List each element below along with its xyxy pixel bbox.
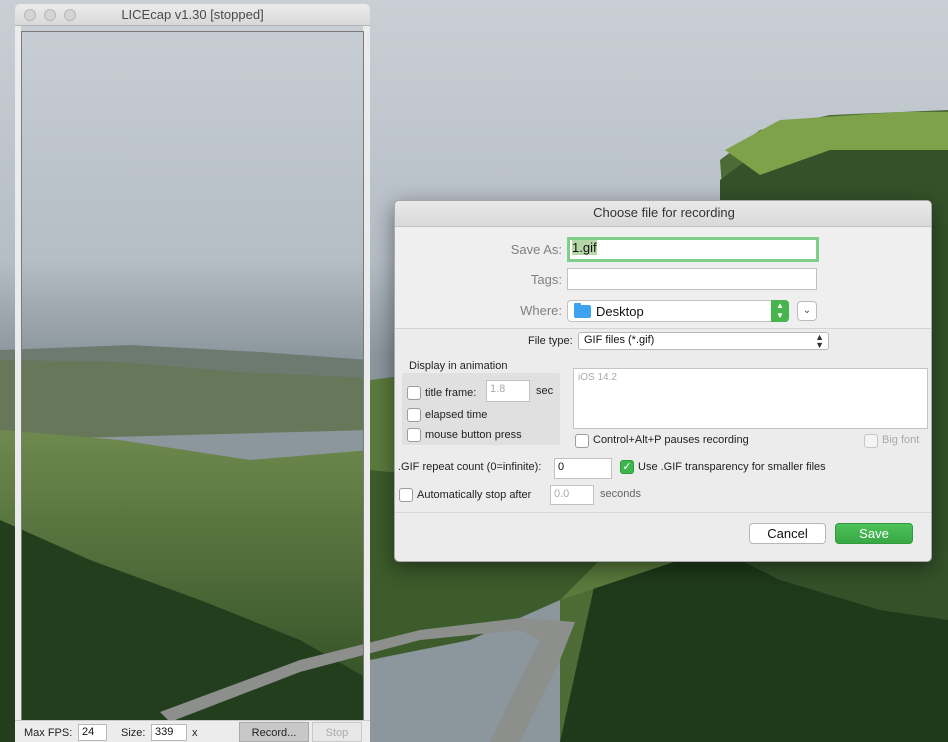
mouse-button-checkbox[interactable]: [407, 428, 421, 442]
where-popup[interactable]: Desktop ▲ ▼: [567, 300, 789, 322]
cancel-button[interactable]: Cancel: [749, 523, 826, 544]
file-type-popup[interactable]: GIF files (*.gif) ▲ ▼: [578, 332, 829, 350]
save-as-value: 1.gif: [572, 240, 597, 255]
capture-area: [21, 31, 364, 721]
auto-stop-input[interactable]: 0.0: [550, 485, 594, 505]
transparency-label: Use .GIF transparency for smaller files: [638, 461, 826, 473]
licecap-window: LICEcap v1.30 [stopped] Max FPS: 24 Size…: [15, 4, 370, 742]
licecap-toolbar: Max FPS: 24 Size: 339 x Record... Stop: [15, 720, 370, 742]
popup-arrows-icon: ▲ ▼: [815, 332, 824, 350]
repeat-count-input[interactable]: 0: [554, 458, 612, 479]
licecap-titlebar[interactable]: LICEcap v1.30 [stopped]: [15, 4, 370, 26]
tags-label: Tags:: [530, 272, 562, 287]
title-frame-checkbox[interactable]: [407, 386, 421, 400]
choose-file-dialog: Choose file for recording Save As: 1.gif…: [394, 200, 932, 562]
seconds-label: seconds: [600, 488, 641, 500]
where-stepper-icon: ▲ ▼: [771, 300, 789, 322]
tags-input[interactable]: [567, 268, 817, 290]
licecap-window-title: LICEcap v1.30 [stopped]: [121, 7, 264, 22]
display-in-animation-label: Display in animation: [409, 360, 508, 372]
big-font-label: Big font: [882, 434, 920, 446]
elapsed-time-label: elapsed time: [425, 409, 488, 421]
pause-hotkey-checkbox[interactable]: [575, 434, 589, 448]
save-as-input[interactable]: 1.gif: [567, 237, 819, 262]
size-width-input[interactable]: 339: [151, 724, 187, 741]
elapsed-time-checkbox[interactable]: [407, 408, 421, 422]
mouse-button-label: mouse button press: [425, 429, 522, 441]
save-button[interactable]: Save: [835, 523, 913, 544]
where-label: Where:: [520, 303, 562, 318]
title-text-area[interactable]: iOS 14.2: [573, 368, 928, 429]
size-label: Size:: [121, 727, 146, 739]
pause-hotkey-label: Control+Alt+P pauses recording: [593, 434, 749, 446]
save-as-label: Save As:: [510, 242, 562, 257]
dialog-separator: [395, 512, 931, 513]
big-font-checkbox[interactable]: [864, 434, 878, 448]
max-fps-input[interactable]: 24: [78, 724, 107, 741]
record-button[interactable]: Record...: [239, 722, 309, 742]
folder-icon: [574, 303, 591, 318]
stop-button[interactable]: Stop: [312, 722, 362, 742]
file-type-label: File type:: [528, 335, 573, 347]
size-separator: x: [192, 727, 198, 739]
chevron-down-icon: ⌄: [802, 305, 812, 316]
expand-dialog-button[interactable]: ⌄: [797, 301, 817, 321]
file-type-value: GIF files (*.gif): [584, 334, 655, 346]
transparency-checkbox[interactable]: ✓: [620, 460, 634, 474]
max-fps-label: Max FPS:: [24, 727, 73, 739]
where-value: Desktop: [596, 304, 644, 319]
sec-label: sec: [536, 385, 554, 397]
title-frame-label: title frame:: [425, 387, 477, 399]
repeat-count-label: .GIF repeat count (0=infinite):: [398, 461, 542, 473]
title-frame-input[interactable]: 1.8: [486, 380, 530, 402]
licecap-frame-right[interactable]: [363, 26, 370, 720]
auto-stop-label: Automatically stop after: [417, 489, 532, 501]
dialog-title: Choose file for recording: [395, 201, 931, 227]
auto-stop-checkbox[interactable]: [399, 488, 413, 502]
checkmark-icon: ✓: [622, 461, 632, 473]
